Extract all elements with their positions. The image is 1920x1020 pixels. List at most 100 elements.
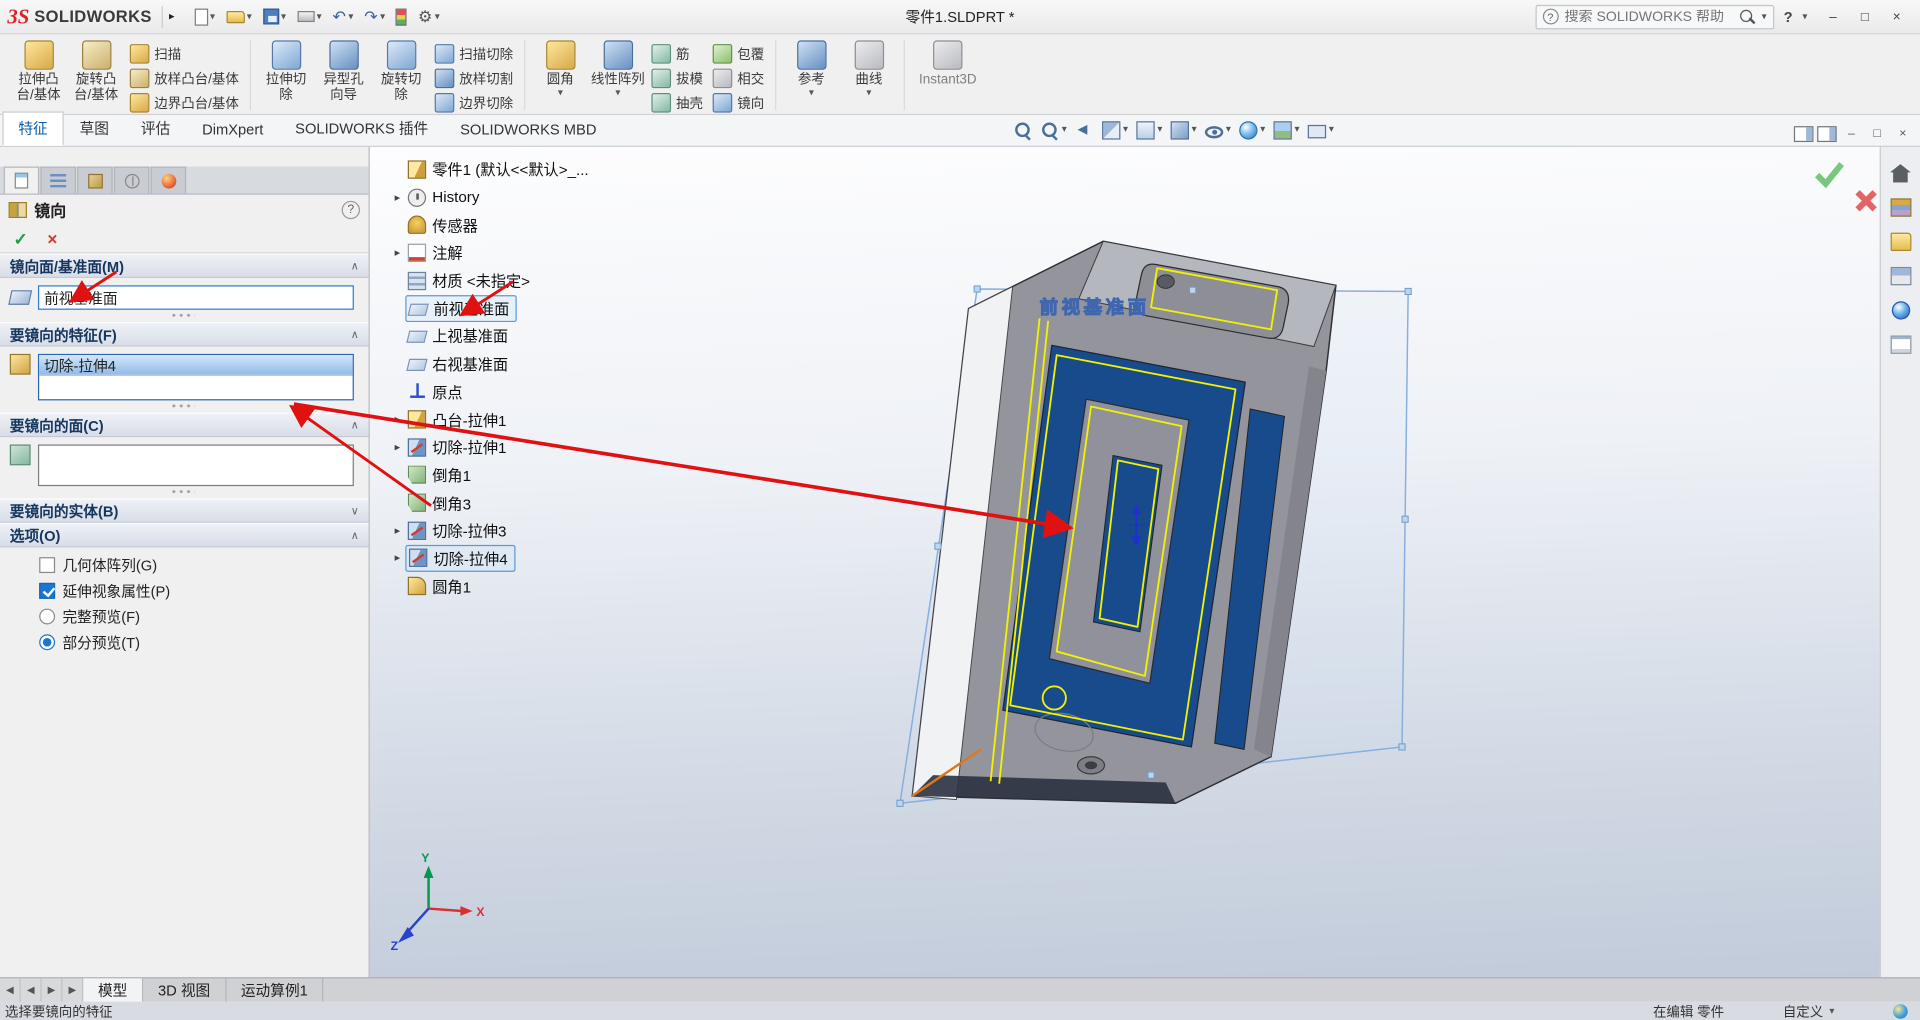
mirror-plane-section-header[interactable]: 镜向面/基准面(M) ∧ xyxy=(0,253,369,277)
faces-section-header[interactable]: 要镜向的面(C) ∧ xyxy=(0,413,369,437)
help-search-box[interactable]: ? ▾ xyxy=(1535,4,1774,28)
tab-scroll-first-button[interactable]: ◀ xyxy=(0,978,21,1001)
extruded-boss-button[interactable]: 拉伸凸台/基体 xyxy=(11,37,66,114)
tree-item-history[interactable]: ▸History xyxy=(389,183,677,211)
save-button[interactable]: ▾ xyxy=(259,6,290,27)
tree-root-part[interactable]: 零件1 (默认<<默认>_... xyxy=(389,156,677,184)
linear-pattern-button[interactable]: 线性阵列 ▾ xyxy=(590,37,645,114)
dimxpertmanager-tab[interactable] xyxy=(114,167,150,194)
tree-item-right-plane[interactable]: 右视基准面 xyxy=(389,350,677,378)
tree-item-chamfer1[interactable]: 倒角1 xyxy=(389,461,677,489)
swept-cut-button[interactable]: 扫描切除 xyxy=(431,42,517,65)
apply-scene-button[interactable]: ▾ xyxy=(1270,116,1303,143)
mirror-plane-field[interactable]: 前视基准面 xyxy=(38,285,354,309)
view-settings-button[interactable]: ▾ xyxy=(1304,116,1337,143)
tab-scroll-prev-button[interactable]: ◀ xyxy=(21,978,42,1001)
section-resize-grip[interactable] xyxy=(10,486,354,496)
displaymanager-tab[interactable] xyxy=(151,167,187,194)
tree-item-front-plane[interactable]: 前视基准面 xyxy=(389,294,677,322)
appearances-scenes-icon[interactable] xyxy=(1891,301,1909,319)
design-library-icon[interactable] xyxy=(1890,198,1911,216)
tab-addins[interactable]: SOLIDWORKS 插件 xyxy=(279,111,444,145)
view-palette-icon[interactable] xyxy=(1890,267,1911,285)
expand-arrow-icon[interactable]: ▸ xyxy=(389,246,405,259)
featuremanager-tab[interactable] xyxy=(40,167,76,194)
options-section-header[interactable]: 选项(O) ∧ xyxy=(0,523,369,547)
help-dropdown-icon[interactable]: ▾ xyxy=(1802,12,1807,22)
fillet-button[interactable]: 圆角 ▾ xyxy=(533,37,588,114)
menu-flyout-icon[interactable]: ▸ xyxy=(162,6,181,28)
section-view-button[interactable]: ▾ xyxy=(1099,116,1132,143)
file-explorer-icon[interactable] xyxy=(1890,233,1911,251)
full-preview-option[interactable]: 完整预览(F) xyxy=(10,604,354,630)
mirror-button[interactable]: 镜向 xyxy=(709,91,768,114)
features-section-header[interactable]: 要镜向的特征(F) ∧ xyxy=(0,322,369,346)
swept-boss-button[interactable]: 扫描 xyxy=(126,42,242,65)
solidworks-resources-icon[interactable] xyxy=(1890,164,1911,182)
radio-selected-icon[interactable] xyxy=(39,634,55,650)
extruded-cut-button[interactable]: 拉伸切除 xyxy=(258,37,313,114)
tab-sketch[interactable]: 草图 xyxy=(64,111,125,145)
tree-item-fillet1[interactable]: 圆角1 xyxy=(389,572,677,600)
confirm-ok-button[interactable] xyxy=(1812,159,1846,192)
search-dropdown-icon[interactable]: ▾ xyxy=(1762,12,1767,22)
doc-restore-button[interactable]: □ xyxy=(1866,127,1888,140)
section-resize-grip[interactable] xyxy=(10,310,354,320)
tab-model[interactable]: 模型 xyxy=(83,978,143,1001)
search-icon[interactable] xyxy=(1738,8,1755,25)
doc-close-button[interactable]: × xyxy=(1892,127,1914,140)
section-resize-grip[interactable] xyxy=(10,400,354,410)
features-listbox[interactable]: 切除-拉伸4 xyxy=(38,354,354,401)
tab-motion-study[interactable]: 运动算例1 xyxy=(226,978,324,1001)
lofted-cut-button[interactable]: 放样切割 xyxy=(431,66,517,89)
tree-item-top-plane[interactable]: 上视基准面 xyxy=(389,322,677,350)
redo-button[interactable]: ↷▾ xyxy=(361,6,389,27)
revolved-boss-button[interactable]: 旋转凸台/基体 xyxy=(69,37,124,114)
tree-item-material[interactable]: 材质 <未指定> xyxy=(389,267,677,295)
globe-icon[interactable] xyxy=(1893,1003,1908,1018)
viewport-layout-icon[interactable] xyxy=(1817,126,1837,142)
minimize-button[interactable]: – xyxy=(1817,4,1849,28)
split-pane-icon[interactable] xyxy=(1794,126,1814,142)
tab-3d-views[interactable]: 3D 视图 xyxy=(143,978,226,1001)
configurationmanager-tab[interactable] xyxy=(77,167,113,194)
close-button[interactable]: × xyxy=(1881,4,1913,28)
lofted-boss-button[interactable]: 放样凸台/基体 xyxy=(126,66,242,89)
tree-item-boss-extrude1[interactable]: ▸凸台-拉伸1 xyxy=(389,406,677,434)
new-document-button[interactable]: ▾ xyxy=(190,6,218,28)
expand-arrow-icon[interactable]: ▸ xyxy=(389,413,405,426)
instant3d-button[interactable]: Instant3D xyxy=(912,37,983,114)
ok-button[interactable]: ✓ xyxy=(13,228,27,249)
zoom-fit-button[interactable] xyxy=(1010,116,1036,143)
tab-features[interactable]: 特征 xyxy=(2,111,63,145)
maximize-button[interactable]: □ xyxy=(1849,4,1881,28)
doc-minimize-button[interactable]: – xyxy=(1840,127,1862,140)
tab-dimxpert[interactable]: DimXpert xyxy=(186,115,279,146)
boundary-boss-button[interactable]: 边界凸台/基体 xyxy=(126,91,242,114)
undo-button[interactable]: ↶▾ xyxy=(329,6,357,27)
tab-scroll-next-button[interactable]: ▶ xyxy=(42,978,63,1001)
wrap-button[interactable]: 包覆 xyxy=(709,42,768,65)
tab-scroll-last-button[interactable]: ▶ xyxy=(62,978,83,1001)
rebuild-button[interactable] xyxy=(392,6,410,28)
help-button[interactable]: ? xyxy=(1784,8,1793,25)
search-input[interactable] xyxy=(1564,9,1732,24)
confirm-cancel-button[interactable] xyxy=(1854,189,1878,217)
checkbox-checked-icon[interactable] xyxy=(39,583,55,599)
previous-view-button[interactable] xyxy=(1072,116,1098,143)
edit-appearance-button[interactable]: ▾ xyxy=(1236,116,1269,143)
custom-properties-icon[interactable] xyxy=(1890,336,1911,354)
tree-item-cut-extrude4[interactable]: ▸切除-拉伸4 xyxy=(389,544,677,572)
expand-arrow-icon[interactable]: ▸ xyxy=(389,552,405,565)
print-button[interactable]: ▾ xyxy=(293,9,325,25)
geometry-pattern-option[interactable]: 几何体阵列(G) xyxy=(10,552,354,578)
cancel-button[interactable]: × xyxy=(47,229,57,249)
propagate-visual-option[interactable]: 延伸视象属性(P) xyxy=(10,578,354,604)
tab-mbd[interactable]: SOLIDWORKS MBD xyxy=(444,115,612,146)
tree-item-chamfer3[interactable]: 倒角3 xyxy=(389,489,677,517)
propertymanager-tab[interactable] xyxy=(4,167,40,194)
partial-preview-option[interactable]: 部分预览(T) xyxy=(10,629,354,655)
reference-geometry-button[interactable]: 参考 ▾ xyxy=(784,37,839,114)
intersect-button[interactable]: 相交 xyxy=(709,66,768,89)
tree-item-cut-extrude1[interactable]: ▸切除-拉伸1 xyxy=(389,433,677,461)
